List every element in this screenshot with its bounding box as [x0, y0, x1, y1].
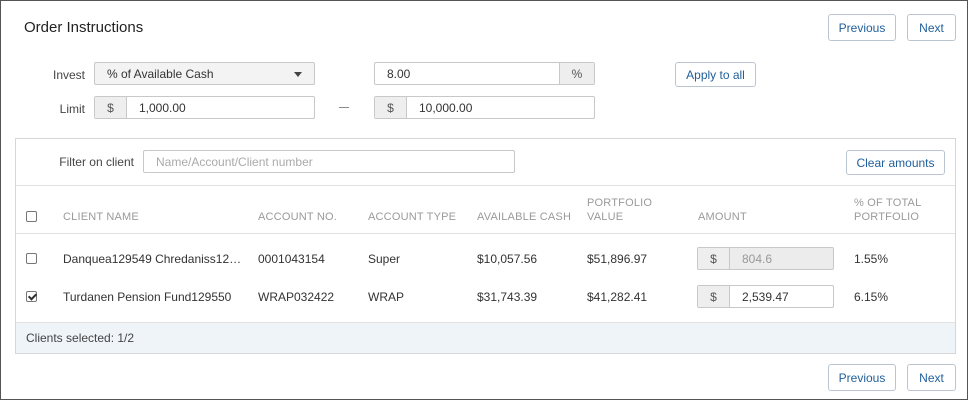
previous-button-top[interactable]: Previous: [828, 14, 896, 41]
amount-field[interactable]: $ 2,539.47: [697, 285, 834, 308]
clients-panel: Filter on client Clear amounts CLIENT NA…: [15, 138, 956, 354]
account-type-cell: WRAP: [368, 290, 404, 304]
col-client-name: CLIENT NAME: [63, 211, 139, 223]
col-portfolio-value: PORTFOLIO VALUE: [587, 196, 652, 224]
previous-button-bottom[interactable]: Previous: [828, 364, 896, 391]
invest-amount-value: 8.00: [387, 66, 411, 81]
limit-max-field[interactable]: $ 10,000.00: [374, 96, 595, 119]
filter-label: Filter on client: [59, 155, 134, 169]
col-amount: AMOUNT: [698, 211, 747, 223]
col-pct-total: % OF TOTAL PORTFOLIO: [854, 196, 921, 224]
col-portfolio-value-line1: PORTFOLIO: [587, 197, 653, 209]
divider: [16, 233, 955, 234]
range-dash: [339, 107, 349, 108]
clients-selected-footer: Clients selected: 1/2: [16, 322, 955, 353]
currency-addon: $: [375, 97, 407, 118]
limit-max-value: 10,000.00: [419, 100, 473, 115]
client-name-cell: Turdanen Pension Fund129550: [63, 290, 232, 304]
invest-type-select[interactable]: % of Available Cash: [94, 62, 315, 85]
invest-label: Invest: [52, 68, 85, 82]
limit-label: Limit: [59, 102, 85, 116]
apply-to-all-button[interactable]: Apply to all: [675, 62, 756, 87]
clients-selected-text: Clients selected: 1/2: [26, 331, 135, 345]
select-all-checkbox[interactable]: [26, 211, 37, 222]
client-name-cell: Danquea129549 Chredaniss12…: [63, 252, 242, 266]
clear-amounts-button[interactable]: Clear amounts: [846, 150, 945, 175]
available-cash-cell: $31,743.39: [477, 290, 538, 304]
pct-total-cell: 6.15%: [854, 290, 889, 304]
limit-min-field[interactable]: $ 1,000.00: [94, 96, 315, 119]
col-available-cash: AVAILABLE CASH: [477, 211, 572, 223]
amount-value: 804.6: [742, 251, 773, 266]
currency-addon: $: [698, 286, 730, 307]
col-account-no: ACCOUNT NO.: [258, 211, 338, 223]
invest-amount-field[interactable]: 8.00 %: [374, 62, 595, 85]
filter-client-input[interactable]: [143, 150, 515, 173]
account-type-cell: Super: [368, 252, 401, 266]
account-no-cell: WRAP032422: [258, 290, 335, 304]
available-cash-cell: $10,057.56: [477, 252, 538, 266]
col-pct-total-line2: PORTFOLIO: [854, 211, 920, 223]
col-portfolio-value-line2: VALUE: [587, 211, 624, 223]
limit-min-value: 1,000.00: [139, 100, 186, 115]
next-button-top[interactable]: Next: [907, 14, 956, 41]
portfolio-value-cell: $51,896.97: [587, 252, 648, 266]
currency-addon: $: [95, 97, 127, 118]
next-button-bottom[interactable]: Next: [907, 364, 956, 391]
divider: [16, 185, 955, 186]
col-account-type: ACCOUNT TYPE: [368, 211, 457, 223]
currency-addon: $: [698, 248, 730, 269]
col-pct-total-line1: % OF TOTAL: [854, 197, 922, 209]
amount-value: 2,539.47: [742, 289, 789, 304]
row-checkbox[interactable]: [26, 291, 37, 302]
invest-type-value: % of Available Cash: [107, 66, 214, 81]
pct-total-cell: 1.55%: [854, 252, 889, 266]
portfolio-value-cell: $41,282.41: [587, 290, 648, 304]
order-instructions-window: Order Instructions Previous Next Invest …: [0, 0, 968, 400]
chevron-down-icon: [294, 72, 302, 77]
page-title: Order Instructions: [24, 19, 144, 36]
amount-field: $ 804.6: [697, 247, 834, 270]
percent-addon: %: [559, 63, 594, 84]
account-no-cell: 0001043154: [258, 252, 325, 266]
row-checkbox[interactable]: [26, 253, 37, 264]
